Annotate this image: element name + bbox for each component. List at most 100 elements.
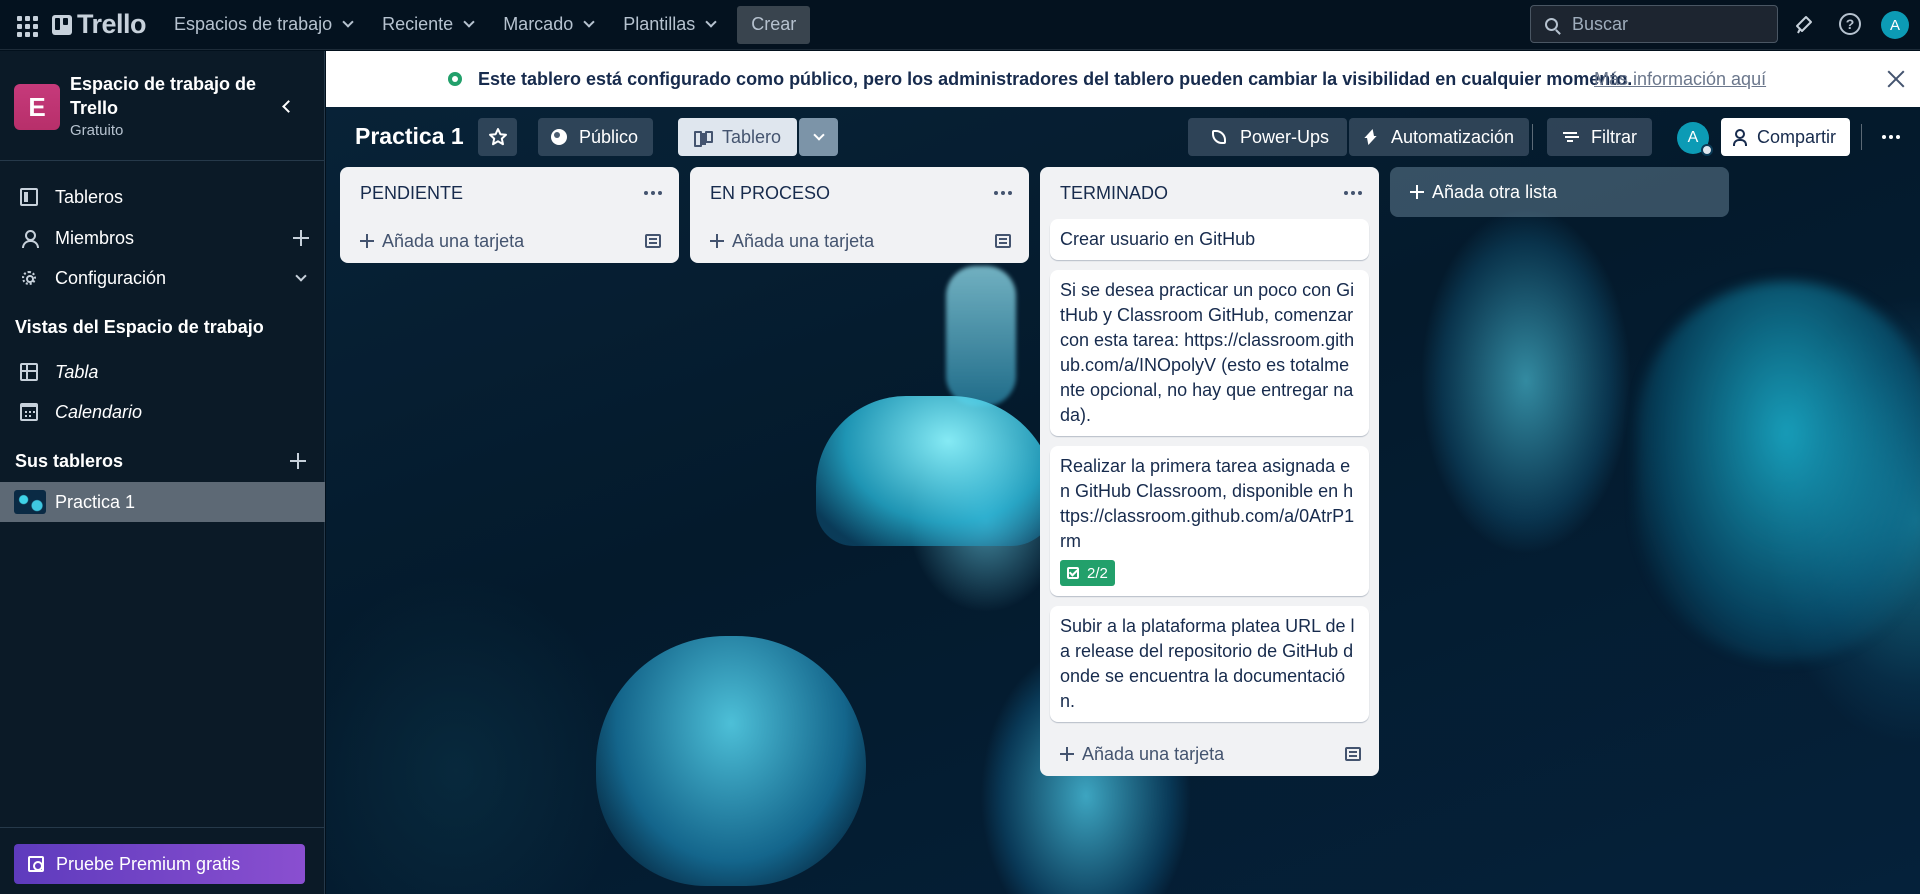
premium-icon	[28, 856, 44, 872]
nav-starred-label: Marcado	[503, 14, 574, 34]
add-board-button[interactable]	[290, 453, 308, 471]
gear-icon	[20, 269, 38, 287]
add-list-label: Añada otra lista	[1432, 181, 1558, 202]
public-board-banner: Este tablero está configurado como públi…	[326, 51, 1920, 107]
card-template-icon[interactable]	[645, 234, 661, 248]
add-member-button[interactable]	[281, 218, 321, 258]
powerups-button[interactable]: Power-Ups	[1188, 118, 1348, 156]
nav-templates[interactable]: Plantillas	[611, 7, 727, 43]
collapse-sidebar-icon[interactable]	[278, 98, 296, 116]
header-divider	[1532, 124, 1533, 150]
calendar-icon	[20, 403, 38, 421]
view-switcher-button[interactable]	[799, 118, 838, 156]
add-person-icon	[1733, 129, 1749, 146]
board-title[interactable]: Practica 1	[355, 123, 464, 150]
card-template-icon[interactable]	[995, 234, 1011, 248]
add-list-button[interactable]: Añada otra lista	[1390, 167, 1729, 217]
list-menu-button[interactable]	[1339, 179, 1367, 207]
card[interactable]: Crear usuario en GitHub	[1050, 219, 1369, 260]
list-pendiente: PENDIENTE Añada una tarjeta	[340, 167, 679, 263]
header-divider	[1861, 124, 1862, 150]
sidebar-item-calendar[interactable]: Calendario	[0, 392, 325, 432]
trello-logo[interactable]: Trello	[52, 9, 147, 40]
workspace-views-title: Vistas del Espacio de trabajo	[15, 317, 264, 337]
banner-more-info-link[interactable]: Más información aquí	[1594, 69, 1766, 90]
list-header[interactable]: TERMINADO	[1040, 167, 1379, 219]
checkbox-icon	[1067, 567, 1079, 579]
card-template-icon[interactable]	[1345, 747, 1361, 761]
more-icon	[994, 191, 1012, 195]
list-header[interactable]: PENDIENTE	[340, 167, 679, 219]
board-icon	[20, 188, 38, 206]
filter-button[interactable]: Filtrar	[1547, 118, 1652, 156]
sidebar-board-practica-1[interactable]: Practica 1	[0, 482, 325, 522]
trello-logo-text: Trello	[77, 9, 147, 39]
chevron-down-icon	[705, 16, 717, 28]
search-input[interactable]: Buscar	[1530, 5, 1778, 43]
notifications-button[interactable]	[1790, 10, 1818, 38]
add-card-button[interactable]: Añada una tarjeta	[690, 219, 1029, 263]
card-title: Realizar la primera tarea asignada en Gi…	[1060, 456, 1355, 551]
list-menu-button[interactable]	[639, 179, 667, 207]
background-jellyfish	[946, 266, 1016, 406]
chevron-down-icon	[342, 16, 354, 28]
star-board-button[interactable]	[478, 118, 517, 156]
workspace-avatar: E	[14, 84, 60, 130]
nav-workspaces[interactable]: Espacios de trabajo	[162, 7, 364, 43]
sidebar-item-boards[interactable]: Tableros	[0, 177, 325, 217]
chevron-down-icon	[583, 16, 595, 28]
sidebar: E Espacio de trabajo de Trello Gratuito …	[0, 51, 325, 894]
list-terminado: TERMINADO Crear usuario en GitHub Si se …	[1040, 167, 1379, 776]
card[interactable]: Realizar la primera tarea asignada en Gi…	[1050, 446, 1369, 596]
add-card-button[interactable]: Añada una tarjeta	[340, 219, 679, 263]
create-button[interactable]: Crear	[737, 5, 811, 44]
sidebar-item-label: Tableros	[55, 186, 124, 207]
sidebar-item-label: Configuración	[55, 267, 167, 288]
premium-trial-button[interactable]: Pruebe Premium gratis	[14, 844, 305, 884]
list-menu-button[interactable]	[989, 179, 1017, 207]
plus-icon	[710, 234, 724, 248]
account-avatar[interactable]: A	[1881, 11, 1909, 39]
sidebar-board-label: Practica 1	[55, 491, 136, 512]
list-en-proceso: EN PROCESO Añada una tarjeta	[690, 167, 1029, 263]
table-icon	[20, 363, 38, 381]
checklist-count: 2/2	[1087, 564, 1108, 582]
board-menu-button[interactable]	[1871, 118, 1911, 156]
plus-icon	[293, 230, 309, 246]
help-icon: ?	[1839, 13, 1861, 35]
sidebar-item-label: Miembros	[55, 227, 135, 248]
nav-workspaces-label: Espacios de trabajo	[174, 14, 333, 34]
card[interactable]: Si se desea practicar un poco con GitHub…	[1050, 270, 1369, 436]
add-card-button[interactable]: Añada una tarjeta	[1040, 732, 1379, 776]
sidebar-item-table[interactable]: Tabla	[0, 352, 325, 392]
banner-text: Este tablero está configurado como públi…	[478, 69, 1633, 89]
sidebar-item-label: Tabla	[55, 361, 99, 382]
visibility-button[interactable]: Público	[538, 118, 654, 156]
expand-settings-button[interactable]	[281, 258, 321, 298]
board-view-button[interactable]: Tablero	[678, 118, 798, 156]
nav-recent[interactable]: Reciente	[370, 7, 485, 43]
person-icon	[20, 229, 39, 248]
sidebar-item-members[interactable]: Miembros	[0, 218, 325, 258]
list-header[interactable]: EN PROCESO	[690, 167, 1029, 219]
board-member-initial: A	[1687, 129, 1699, 146]
automation-label: Automatización	[1391, 126, 1515, 147]
share-button[interactable]: Compartir	[1721, 118, 1851, 156]
background-jellyfish	[596, 636, 866, 886]
trello-logo-icon	[52, 14, 72, 35]
search-icon	[1545, 17, 1558, 31]
close-icon[interactable]	[1886, 69, 1906, 89]
nav-starred[interactable]: Marcado	[491, 7, 605, 43]
add-card-label: Añada una tarjeta	[732, 230, 875, 251]
app-switcher-icon[interactable]	[14, 13, 38, 37]
workspace-name[interactable]: Espacio de trabajo de Trello	[70, 72, 260, 120]
board-thumbnail	[14, 490, 46, 514]
sidebar-item-settings[interactable]: Configuración	[0, 258, 325, 298]
board-member-avatar[interactable]: A	[1677, 122, 1713, 156]
plus-icon	[1060, 747, 1074, 761]
more-icon	[1882, 135, 1900, 139]
card[interactable]: Subir a la plataforma platea URL de la r…	[1050, 606, 1369, 722]
help-button[interactable]: ?	[1836, 10, 1864, 38]
list-title: EN PROCESO	[710, 182, 831, 203]
automation-button[interactable]: Automatización	[1349, 118, 1530, 156]
